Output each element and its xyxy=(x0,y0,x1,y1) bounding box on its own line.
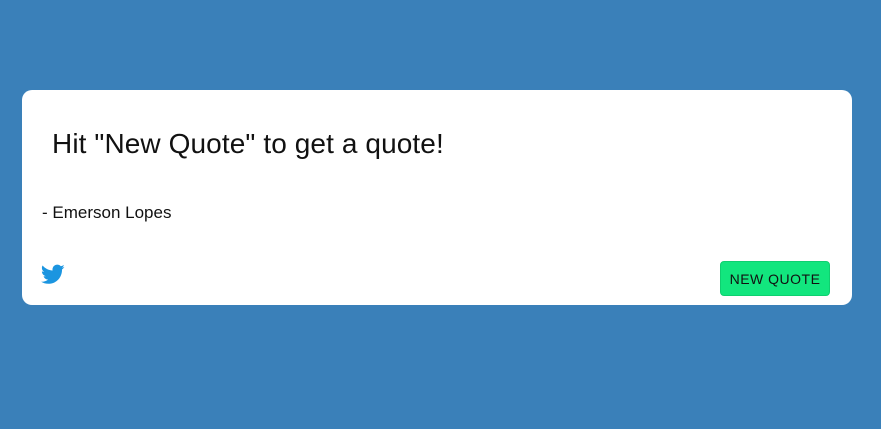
quote-author: - Emerson Lopes xyxy=(42,203,172,222)
quote-text: Hit "New Quote" to get a quote! xyxy=(52,128,444,159)
tweet-quote-link[interactable] xyxy=(41,264,65,285)
twitter-icon xyxy=(41,264,65,285)
quote-box: Hit "New Quote" to get a quote! - Emerso… xyxy=(22,90,852,305)
new-quote-button[interactable]: NEW QUOTE xyxy=(720,261,830,296)
